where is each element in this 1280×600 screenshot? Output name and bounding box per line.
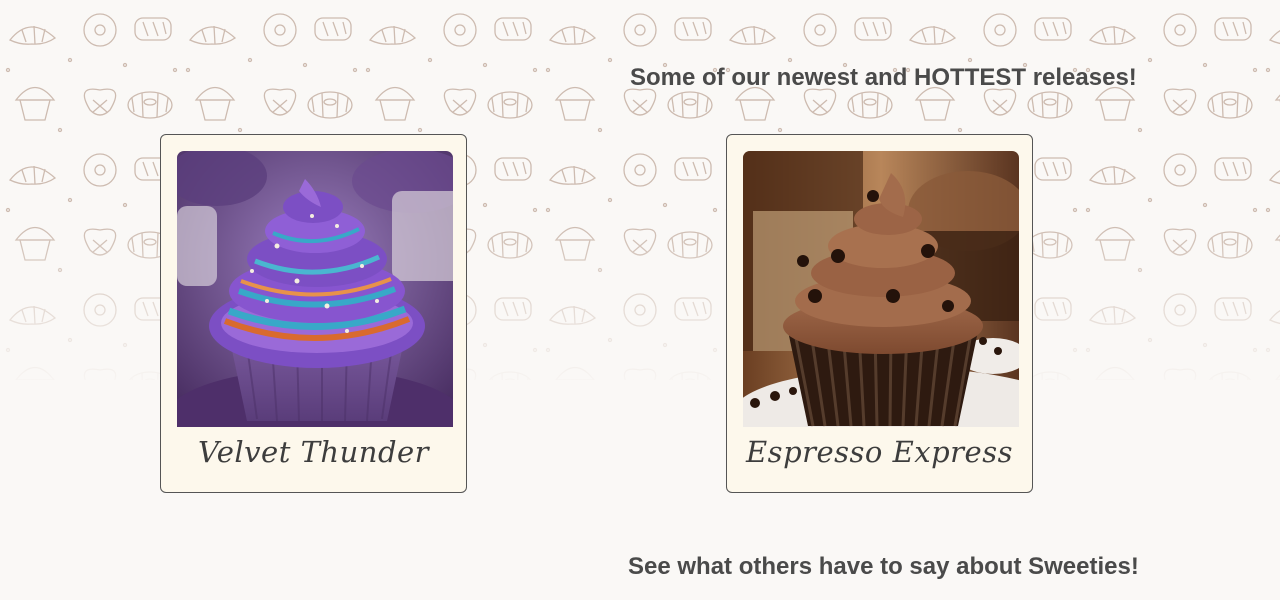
purple-galaxy-cupcake-image[interactable] — [177, 151, 453, 427]
product-card-velvet-thunder[interactable]: Velvet Thunder — [160, 134, 467, 493]
product-name: Espresso Express — [746, 435, 1013, 469]
product-name: Velvet Thunder — [197, 435, 430, 469]
releases-heading: Some of our newest and HOTTEST releases! — [630, 64, 1137, 91]
reviews-heading: See what others have to say about Sweeti… — [628, 553, 1139, 580]
product-card-espresso-express[interactable]: Espresso Express — [726, 134, 1033, 493]
chocolate-espresso-cupcake-image[interactable] — [743, 151, 1019, 427]
